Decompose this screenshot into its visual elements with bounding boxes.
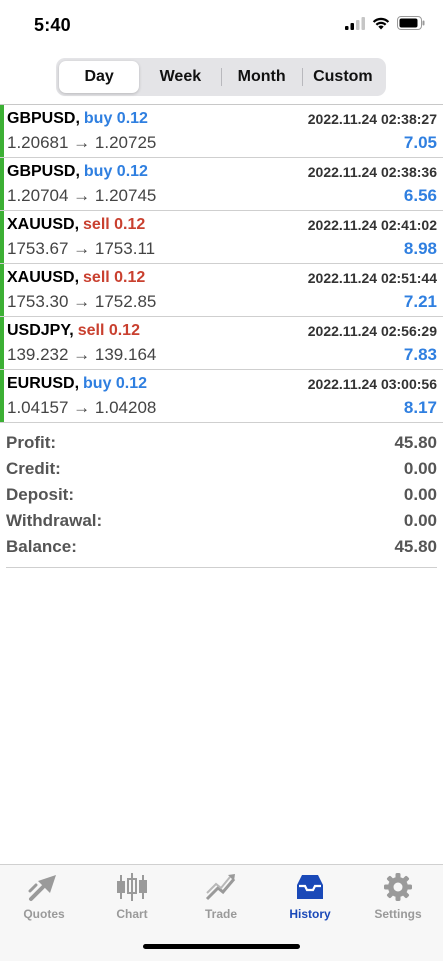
trade-indicator-bar [0, 264, 4, 316]
tab-label: Trade [204, 907, 237, 921]
trade-prices: 1753.67 → 1753.11 [7, 239, 156, 258]
status-icons [345, 16, 425, 30]
trade-time: 2022.11.24 02:38:36 [307, 164, 437, 180]
trade-side: sell 0.12 [83, 269, 146, 286]
trade-symbol-line: EURUSD, buy 0.12 [7, 375, 147, 393]
trade-time: 2022.11.24 02:51:44 [307, 270, 437, 286]
trade-time: 2022.11.24 02:56:29 [307, 323, 437, 339]
trade-side: buy 0.12 [83, 163, 148, 180]
trade-row[interactable]: GBPUSD, buy 0.12 2022.11.24 02:38:36 1.20… [0, 158, 443, 211]
summary-value: 0.00 [403, 485, 437, 504]
status-bar: 5:40 [0, 0, 443, 50]
trade-symbol: XAUUSD, [7, 269, 80, 286]
trade-indicator-bar [0, 317, 4, 369]
period-month-tab[interactable]: Month [222, 61, 302, 93]
summary-label: Profit: [6, 433, 57, 452]
period-custom-tab[interactable]: Custom [303, 61, 383, 93]
summary-label: Withdrawal: [6, 511, 103, 530]
tab-label: Quotes [23, 907, 65, 921]
history-icon [297, 875, 323, 899]
account-summary: Profit: 45.80 Credit: 0.00 Deposit: 0.00… [6, 431, 437, 568]
trade-symbol-line: XAUUSD, sell 0.12 [7, 269, 145, 287]
trade-prices: 1753.30 → 1752.85 [7, 292, 157, 311]
trade-symbol: XAUUSD, [7, 216, 80, 233]
trade-symbol-line: GBPUSD, buy 0.12 [7, 110, 148, 128]
trade-prices: 139.232 → 139.164 [7, 345, 157, 364]
trade-time: 2022.11.24 02:38:27 [307, 111, 437, 127]
trade-symbol-line: USDJPY, sell 0.12 [7, 322, 140, 340]
trade-symbol: USDJPY, [7, 322, 74, 339]
tab-label: History [289, 907, 331, 921]
trade-row[interactable]: GBPUSD, buy 0.12 2022.11.24 02:38:27 1.20… [0, 105, 443, 158]
chart-icon [117, 873, 147, 901]
trade-profit: 7.21 [403, 292, 437, 311]
trade-symbol-line: XAUUSD, sell 0.12 [7, 216, 145, 234]
trade-profit: 7.05 [403, 133, 437, 152]
summary-label: Credit: [6, 459, 61, 478]
summary-value: 0.00 [403, 459, 437, 478]
trade-side: sell 0.12 [77, 322, 140, 339]
summary-label: Balance: [6, 537, 77, 556]
summary-value: 45.80 [394, 433, 437, 452]
period-day-tab[interactable]: Day [59, 61, 140, 93]
trade-profit: 7.83 [403, 345, 437, 364]
summary-value: 0.00 [403, 511, 437, 530]
trade-icon [205, 874, 236, 901]
trade-profit: 8.98 [403, 239, 437, 258]
wifi-icon [372, 17, 390, 29]
summary-row-deposit: Deposit: 0.00 [6, 483, 437, 509]
trade-indicator-bar [0, 158, 4, 210]
trade-prices: 1.20681 → 1.20725 [7, 133, 157, 152]
trade-profit: 8.17 [403, 398, 437, 417]
cellular-signal-icon [345, 16, 365, 30]
tab-trade[interactable]: Trade [177, 871, 265, 921]
battery-icon [397, 16, 425, 30]
tab-label: Settings [374, 907, 422, 921]
tab-history[interactable]: History [266, 871, 354, 921]
trade-symbol-line: GBPUSD, buy 0.12 [7, 163, 148, 181]
trade-side: buy 0.12 [83, 375, 148, 392]
tab-label: Chart [116, 907, 148, 921]
summary-label: Deposit: [6, 485, 74, 504]
trade-symbol: GBPUSD, [7, 110, 80, 127]
trade-prices: 1.20704 → 1.20745 [7, 186, 157, 205]
period-selector: Day Week Month Custom [56, 58, 386, 96]
trade-indicator-bar [0, 211, 4, 263]
status-time: 5:40 [34, 15, 71, 35]
tab-settings[interactable]: Settings [354, 871, 442, 921]
summary-row-profit: Profit: 45.80 [6, 431, 437, 457]
trade-symbol: GBPUSD, [7, 163, 80, 180]
tab-chart[interactable]: Chart [88, 871, 176, 921]
trade-indicator-bar [0, 105, 4, 157]
trade-history-list: GBPUSD, buy 0.12 2022.11.24 02:38:27 1.20… [0, 104, 443, 423]
trade-row[interactable]: XAUUSD, sell 0.12 2022.11.24 02:51:44 175… [0, 264, 443, 317]
gear-icon [384, 873, 412, 901]
trade-profit: 6.56 [403, 186, 437, 205]
summary-row-withdrawal: Withdrawal: 0.00 [6, 509, 437, 535]
trade-row[interactable]: USDJPY, sell 0.12 2022.11.24 02:56:29 139… [0, 317, 443, 370]
trade-side: buy 0.12 [83, 110, 148, 127]
summary-row-credit: Credit: 0.00 [6, 457, 437, 483]
trade-time: 2022.11.24 03:00:56 [307, 376, 437, 392]
trade-side: sell 0.12 [83, 216, 146, 233]
trade-symbol: EURUSD, [7, 375, 80, 392]
trade-row[interactable]: EURUSD, buy 0.12 2022.11.24 03:00:56 1.04… [0, 370, 443, 423]
home-indicator [143, 944, 300, 949]
summary-value: 45.80 [394, 537, 437, 556]
quotes-icon [28, 875, 56, 901]
trade-row[interactable]: XAUUSD, sell 0.12 2022.11.24 02:41:02 175… [0, 211, 443, 264]
trade-indicator-bar [0, 370, 4, 422]
trade-time: 2022.11.24 02:41:02 [307, 217, 437, 233]
tab-quotes[interactable]: Quotes [0, 871, 88, 921]
period-week-tab[interactable]: Week [140, 61, 220, 93]
summary-row-balance: Balance: 45.80 [6, 535, 437, 561]
trade-prices: 1.04157 → 1.04208 [7, 398, 157, 417]
